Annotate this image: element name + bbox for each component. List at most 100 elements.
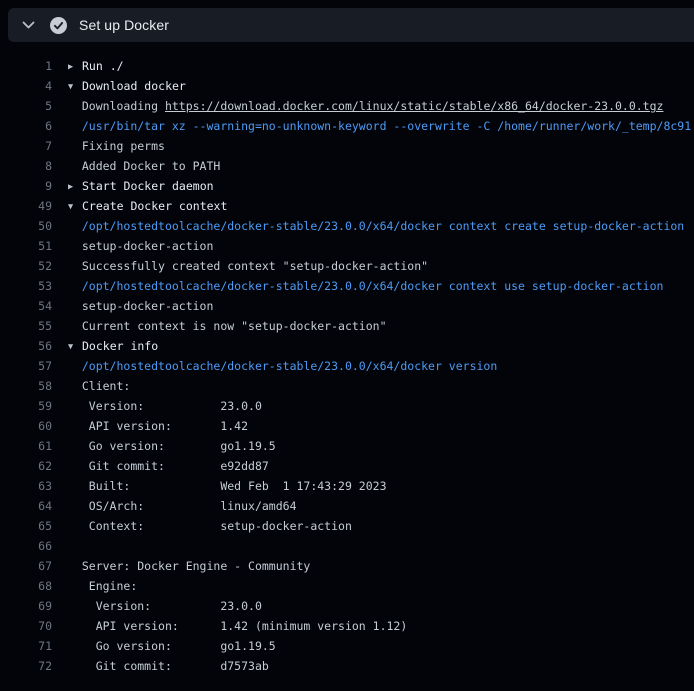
line-content: /opt/hostedtoolcache/docker-stable/23.0.… [68, 216, 684, 236]
line-number[interactable]: 70 [0, 616, 52, 636]
line-content: Successfully created context "setup-dock… [68, 256, 428, 276]
log-text: Context: setup-docker-action [82, 519, 352, 533]
line-number[interactable]: 1 [0, 56, 52, 76]
log-line: 63 Built: Wed Feb 1 17:43:29 2023 [0, 476, 694, 496]
log-line: 54 setup-docker-action [0, 296, 694, 316]
line-number[interactable]: 67 [0, 556, 52, 576]
log-line: 53 /opt/hostedtoolcache/docker-stable/23… [0, 276, 694, 296]
log-text: Go version: go1.19.5 [82, 439, 276, 453]
line-content: Client: [68, 376, 130, 396]
line-number[interactable]: 50 [0, 216, 52, 236]
line-content: ▶Run ./ [68, 56, 124, 76]
log-line: 59 Version: 23.0.0 [0, 396, 694, 416]
line-number[interactable]: 69 [0, 596, 52, 616]
collapse-step-button[interactable] [16, 13, 40, 37]
group-title: Create Docker context [82, 199, 227, 213]
line-content: Git commit: e92dd87 [68, 456, 269, 476]
log-text: Current context is now "setup-docker-act… [82, 319, 387, 333]
line-content: Server: Docker Engine - Community [68, 556, 310, 576]
log-text: Added Docker to PATH [82, 159, 220, 173]
chevron-down-icon [22, 21, 35, 29]
line-number[interactable]: 56 [0, 336, 52, 356]
log-line: 66 [0, 536, 694, 556]
line-content: /opt/hostedtoolcache/docker-stable/23.0.… [68, 276, 663, 296]
line-number[interactable]: 53 [0, 276, 52, 296]
group-collapsed-icon[interactable]: ▶ [68, 177, 82, 197]
log-group-header[interactable]: 56 ▼Docker info [0, 336, 694, 356]
command-text: /opt/hostedtoolcache/docker-stable/23.0.… [82, 359, 497, 373]
line-number[interactable]: 61 [0, 436, 52, 456]
line-number[interactable]: 52 [0, 256, 52, 276]
line-number[interactable]: 7 [0, 136, 52, 156]
line-number[interactable]: 71 [0, 636, 52, 656]
line-number[interactable]: 59 [0, 396, 52, 416]
group-title: Download docker [82, 79, 186, 93]
line-number[interactable]: 9 [0, 176, 52, 196]
group-title: Start Docker daemon [82, 179, 214, 193]
line-number[interactable]: 55 [0, 316, 52, 336]
line-content: Added Docker to PATH [68, 156, 220, 176]
group-expanded-icon[interactable]: ▼ [68, 337, 82, 357]
group-collapsed-icon[interactable]: ▶ [68, 57, 82, 77]
log-line: 50 /opt/hostedtoolcache/docker-stable/23… [0, 216, 694, 236]
log-line: 65 Context: setup-docker-action [0, 516, 694, 536]
line-content: OS/Arch: linux/amd64 [68, 496, 297, 516]
line-content: Context: setup-docker-action [68, 516, 352, 536]
line-content: Engine: [68, 576, 137, 596]
line-number[interactable]: 72 [0, 656, 52, 676]
log-text: API version: 1.42 [82, 419, 248, 433]
line-content: ▼Download docker [68, 76, 186, 96]
log-text: Server: Docker Engine - Community [82, 559, 310, 573]
line-number[interactable]: 65 [0, 516, 52, 536]
line-number[interactable]: 49 [0, 196, 52, 216]
line-number[interactable]: 4 [0, 76, 52, 96]
line-content: Git commit: d7573ab [68, 656, 269, 676]
group-expanded-icon[interactable]: ▼ [68, 77, 82, 97]
log-line: 58 Client: [0, 376, 694, 396]
line-number[interactable]: 8 [0, 156, 52, 176]
line-number[interactable]: 51 [0, 236, 52, 256]
group-title: Run ./ [82, 59, 124, 73]
line-number[interactable]: 6 [0, 116, 52, 136]
log-group-header[interactable]: 4 ▼Download docker [0, 76, 694, 96]
log-group-header[interactable]: 1 ▶Run ./ [0, 56, 694, 76]
log-line: 62 Git commit: e92dd87 [0, 456, 694, 476]
line-number[interactable]: 62 [0, 456, 52, 476]
log-link[interactable]: https://download.docker.com/linux/static… [165, 99, 664, 113]
step-header[interactable]: Set up Docker [8, 8, 694, 42]
log-text: setup-docker-action [82, 239, 214, 253]
command-text: /opt/hostedtoolcache/docker-stable/23.0.… [82, 219, 684, 233]
log-text: Client: [82, 379, 130, 393]
log-text: Fixing perms [82, 139, 165, 153]
step-title: Set up Docker [79, 17, 169, 33]
line-number[interactable]: 57 [0, 356, 52, 376]
line-content: Version: 23.0.0 [68, 396, 262, 416]
line-number[interactable]: 64 [0, 496, 52, 516]
line-content: API version: 1.42 (minimum version 1.12) [68, 616, 407, 636]
line-number[interactable]: 5 [0, 96, 52, 116]
log-text: setup-docker-action [82, 299, 214, 313]
group-expanded-icon[interactable]: ▼ [68, 197, 82, 217]
line-number[interactable]: 60 [0, 416, 52, 436]
line-number[interactable]: 54 [0, 296, 52, 316]
log-text: Git commit: e92dd87 [82, 459, 269, 473]
log-text: Successfully created context "setup-dock… [82, 259, 428, 273]
log-line: 52 Successfully created context "setup-d… [0, 256, 694, 276]
log-group-header[interactable]: 49 ▼Create Docker context [0, 196, 694, 216]
line-number[interactable]: 68 [0, 576, 52, 596]
log-text: Downloading [82, 99, 165, 113]
line-number[interactable]: 63 [0, 476, 52, 496]
command-text: /opt/hostedtoolcache/docker-stable/23.0.… [82, 279, 664, 293]
log-text: Version: 23.0.0 [82, 399, 262, 413]
log-text: Built: Wed Feb 1 17:43:29 2023 [82, 479, 387, 493]
log-text: Version: 23.0.0 [82, 599, 262, 613]
log-group-header[interactable]: 9 ▶Start Docker daemon [0, 176, 694, 196]
log-line: 60 API version: 1.42 [0, 416, 694, 436]
line-content: Current context is now "setup-docker-act… [68, 316, 387, 336]
line-number[interactable]: 58 [0, 376, 52, 396]
log-line: 72 Git commit: d7573ab [0, 656, 694, 676]
line-number[interactable]: 66 [0, 536, 52, 556]
line-content: setup-docker-action [68, 296, 213, 316]
line-content: Fixing perms [68, 136, 165, 156]
line-content: ▼Docker info [68, 336, 158, 356]
